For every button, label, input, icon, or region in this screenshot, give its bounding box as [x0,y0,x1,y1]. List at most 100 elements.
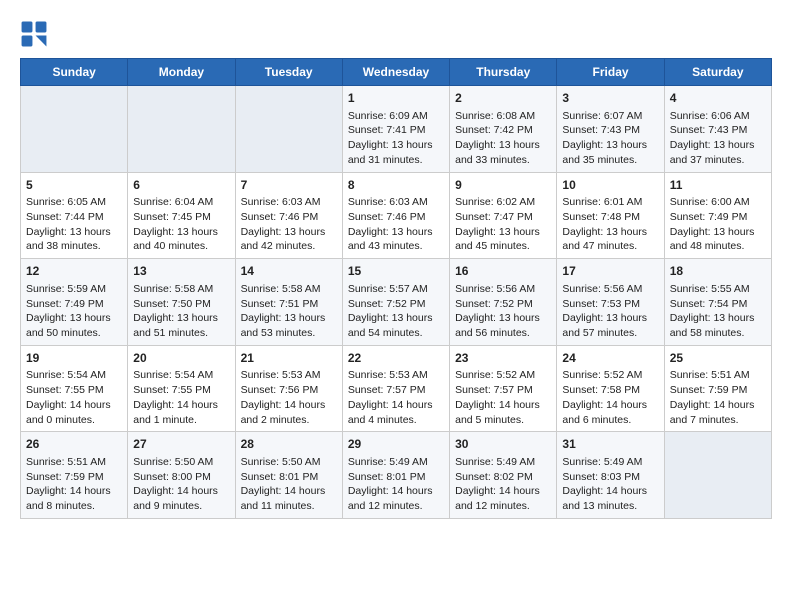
cell-content-line: Sunset: 7:58 PM [562,383,658,398]
cell-content-line: Sunset: 8:02 PM [455,470,551,485]
day-number: 31 [562,436,658,453]
cell-content-line: Sunrise: 5:56 AM [562,282,658,297]
calendar-cell: 11Sunrise: 6:00 AMSunset: 7:49 PMDayligh… [664,172,771,259]
cell-content-line: Daylight: 14 hours [562,398,658,413]
cell-content-line: and 54 minutes. [348,326,444,341]
cell-content-line: Sunset: 7:47 PM [455,210,551,225]
cell-content-line: Daylight: 13 hours [26,311,122,326]
cell-content-line: Daylight: 14 hours [133,398,229,413]
cell-content-line: Sunset: 7:46 PM [348,210,444,225]
logo [20,20,52,48]
cell-content-line: Sunset: 7:43 PM [670,123,766,138]
calendar-cell: 8Sunrise: 6:03 AMSunset: 7:46 PMDaylight… [342,172,449,259]
calendar-week-row: 26 Sunrise: 5:51 AMSunset: 7:59 PMDayligh… [21,432,772,519]
day-number: 26 [26,436,122,453]
day-number: 13 [133,263,229,280]
cell-content-line: Sunset: 7:57 PM [348,383,444,398]
calendar-table: SundayMondayTuesdayWednesdayThursdayFrid… [20,58,772,519]
calendar-cell [235,86,342,173]
calendar-cell: 10Sunrise: 6:01 AMSunset: 7:48 PMDayligh… [557,172,664,259]
cell-content-line: Sunset: 7:41 PM [348,123,444,138]
day-number: 3 [562,90,658,107]
cell-content-line: Daylight: 13 hours [133,225,229,240]
cell-content-line: Sunset: 8:00 PM [133,470,229,485]
cell-content-line: and 1 minute. [133,413,229,428]
cell-content-line: Daylight: 13 hours [348,138,444,153]
calendar-week-row: 19Sunrise: 5:54 AMSunset: 7:55 PMDayligh… [21,345,772,432]
calendar-cell: 31Sunrise: 5:49 AMSunset: 8:03 PMDayligh… [557,432,664,519]
cell-content-line: and 13 minutes. [562,499,658,514]
cell-content-line: Sunrise: 6:06 AM [670,109,766,124]
cell-content-line: Sunset: 7:53 PM [562,297,658,312]
cell-content-line: and 37 minutes. [670,153,766,168]
cell-content-line: Daylight: 13 hours [133,311,229,326]
cell-content-line: and 57 minutes. [562,326,658,341]
cell-content-line: Sunrise: 6:09 AM [348,109,444,124]
cell-content-line: Daylight: 13 hours [348,225,444,240]
calendar-week-row: 5Sunrise: 6:05 AMSunset: 7:44 PMDaylight… [21,172,772,259]
cell-content-line: and 2 minutes. [241,413,337,428]
cell-content-line: and 35 minutes. [562,153,658,168]
cell-content-line: and 0 minutes. [26,413,122,428]
cell-content-line: Sunset: 8:01 PM [241,470,337,485]
cell-content-line: Sunrise: 6:04 AM [133,195,229,210]
cell-content-line: Sunrise: 5:51 AM [26,455,122,470]
day-number: 2 [455,90,551,107]
cell-content-line: and 45 minutes. [455,239,551,254]
cell-content-line: Sunrise: 5:53 AM [348,368,444,383]
day-number: 1 [348,90,444,107]
cell-content-line: and 4 minutes. [348,413,444,428]
day-number: 16 [455,263,551,280]
weekday-header: Monday [128,59,235,86]
day-number: 19 [26,350,122,367]
cell-content-line: and 56 minutes. [455,326,551,341]
calendar-cell: 14Sunrise: 5:58 AMSunset: 7:51 PMDayligh… [235,259,342,346]
cell-content-line: and 7 minutes. [670,413,766,428]
calendar-cell: 24Sunrise: 5:52 AMSunset: 7:58 PMDayligh… [557,345,664,432]
cell-content-line: Sunset: 8:01 PM [348,470,444,485]
day-number: 29 [348,436,444,453]
cell-content-line: Daylight: 13 hours [455,311,551,326]
cell-content-line: Sunset: 7:56 PM [241,383,337,398]
day-number: 12 [26,263,122,280]
calendar-cell: 28Sunrise: 5:50 AMSunset: 8:01 PMDayligh… [235,432,342,519]
cell-content-line: Sunrise: 6:03 AM [348,195,444,210]
calendar-week-row: 1 Sunrise: 6:09 AMSunset: 7:41 PMDaylight… [21,86,772,173]
calendar-cell [664,432,771,519]
cell-content-line: Sunset: 7:48 PM [562,210,658,225]
cell-content-line: and 38 minutes. [26,239,122,254]
cell-content-line: and 9 minutes. [133,499,229,514]
cell-content-line: Sunset: 7:49 PM [670,210,766,225]
calendar-cell: 9Sunrise: 6:02 AMSunset: 7:47 PMDaylight… [450,172,557,259]
cell-content-line: Sunset: 7:42 PM [455,123,551,138]
cell-content-line: Sunrise: 5:54 AM [26,368,122,383]
day-number: 15 [348,263,444,280]
cell-content-line: Sunset: 7:49 PM [26,297,122,312]
cell-content-line: Sunset: 7:59 PM [26,470,122,485]
cell-content-line: Sunset: 7:50 PM [133,297,229,312]
cell-content-line: Daylight: 14 hours [26,484,122,499]
cell-content-line: Sunrise: 5:49 AM [348,455,444,470]
day-number: 11 [670,177,766,194]
cell-content-line: Sunset: 7:51 PM [241,297,337,312]
day-number: 25 [670,350,766,367]
calendar-cell: 19Sunrise: 5:54 AMSunset: 7:55 PMDayligh… [21,345,128,432]
cell-content-line: Daylight: 14 hours [455,398,551,413]
calendar-cell: 4Sunrise: 6:06 AMSunset: 7:43 PMDaylight… [664,86,771,173]
day-number: 30 [455,436,551,453]
cell-content-line: Sunset: 7:55 PM [133,383,229,398]
weekday-header: Thursday [450,59,557,86]
cell-content-line: Sunset: 7:43 PM [562,123,658,138]
cell-content-line: Daylight: 13 hours [241,225,337,240]
cell-content-line: Sunset: 7:52 PM [455,297,551,312]
calendar-cell: 25Sunrise: 5:51 AMSunset: 7:59 PMDayligh… [664,345,771,432]
calendar-cell: 16Sunrise: 5:56 AMSunset: 7:52 PMDayligh… [450,259,557,346]
day-number: 21 [241,350,337,367]
cell-content-line: and 6 minutes. [562,413,658,428]
cell-content-line: and 5 minutes. [455,413,551,428]
day-number: 17 [562,263,658,280]
cell-content-line: Daylight: 13 hours [348,311,444,326]
cell-content-line: Sunset: 7:44 PM [26,210,122,225]
calendar-cell: 6Sunrise: 6:04 AMSunset: 7:45 PMDaylight… [128,172,235,259]
cell-content-line: Sunset: 8:03 PM [562,470,658,485]
